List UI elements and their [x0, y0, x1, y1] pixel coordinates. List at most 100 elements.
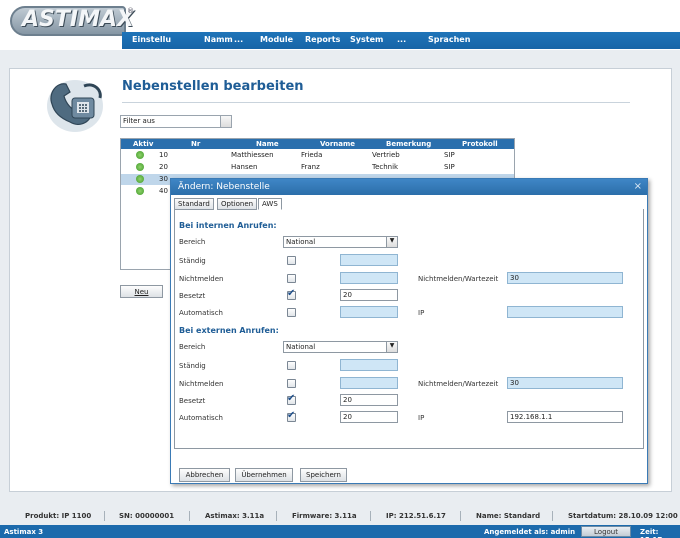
external-bereich-value: National [286, 343, 316, 351]
status-divider [552, 511, 553, 521]
status-divider [460, 511, 461, 521]
close-icon[interactable]: × [634, 181, 642, 192]
external-ip-input[interactable]: 192.168.1.1 [507, 411, 623, 423]
external-bereich-select[interactable]: National ▼ [283, 341, 398, 353]
external-nichtmelden-input[interactable] [340, 377, 398, 389]
col-name[interactable]: Name [256, 140, 279, 148]
clock: Zeit: 15:17 [640, 528, 662, 538]
internal-staendig-checkbox[interactable] [287, 256, 296, 265]
internal-wartezeit-input[interactable]: 30 [507, 272, 623, 284]
cell-protokoll: SIP [444, 163, 455, 171]
logo-text: ASTIMAX [22, 7, 134, 32]
external-automatisch-checkbox[interactable] [287, 410, 296, 422]
external-besetzt-checkbox[interactable] [287, 393, 296, 405]
nav-nummern[interactable]: Namm [204, 35, 233, 44]
table-row[interactable]: 20 Hansen Franz Technik SIP [121, 162, 514, 173]
ip-label: IP [418, 309, 425, 317]
save-button[interactable]: Speichern [300, 468, 347, 482]
nav-system[interactable]: System [350, 35, 383, 44]
ip-label: IP [418, 414, 425, 422]
internal-bereich-value: National [286, 238, 316, 246]
col-protokoll[interactable]: Protokoll [462, 140, 498, 148]
automatisch-label: Automatisch [179, 414, 223, 422]
status-sn: SN: 00000001 [119, 512, 175, 520]
astimax-logo: ASTIMAX [10, 6, 134, 36]
staendig-label: Ständig [179, 257, 206, 265]
chevron-down-icon: ▼ [386, 237, 397, 247]
cell-name: Hansen [231, 163, 258, 171]
nav-nummern-ext[interactable]: ... [234, 35, 243, 44]
page-title: Nebenstellen bearbeiten [122, 79, 304, 94]
filter-select[interactable]: Filter aus [120, 115, 232, 128]
cancel-button[interactable]: Abbrechen [179, 468, 230, 482]
registered-mark: ® [127, 7, 134, 15]
status-divider [104, 511, 105, 521]
bottom-bar: Astimax 3 Angemeldet als: admin Logout Z… [0, 525, 680, 538]
bereich-label: Bereich [179, 343, 206, 351]
external-calls-heading: Bei externen Anrufen: [179, 326, 279, 335]
logout-button[interactable]: Logout [581, 526, 631, 537]
nichtmelden-label: Nichtmelden [179, 275, 224, 283]
bereich-label: Bereich [179, 238, 206, 246]
dialog-title: Ändern: Nebenstelle [178, 182, 270, 192]
internal-calls-heading: Bei internen Anrufen: [179, 221, 277, 230]
status-divider [370, 511, 371, 521]
check-circle-icon [136, 175, 144, 183]
edit-extension-dialog: Ändern: Nebenstelle × Standard Optionen … [170, 178, 648, 484]
logged-in-user: Angemeldet als: admin [484, 528, 576, 536]
external-nichtmelden-checkbox[interactable] [287, 379, 296, 388]
internal-staendig-input[interactable] [340, 254, 398, 266]
apply-button[interactable]: Übernehmen [235, 468, 293, 482]
internal-automatisch-checkbox[interactable] [287, 308, 296, 317]
col-vorname[interactable]: Vorname [320, 140, 355, 148]
dialog-titlebar[interactable]: Ändern: Nebenstelle × [171, 179, 647, 195]
status-divider [276, 511, 277, 521]
internal-automatisch-input[interactable] [340, 306, 398, 318]
external-staendig-input[interactable] [340, 359, 398, 371]
internal-besetzt-checkbox[interactable] [287, 288, 296, 300]
besetzt-label: Besetzt [179, 292, 206, 300]
status-produkt: Produkt: IP 1100 [25, 512, 92, 520]
nav-extra[interactable]: ... [397, 35, 406, 44]
external-wartezeit-input[interactable]: 30 [507, 377, 623, 389]
nav-module[interactable]: Module [260, 35, 293, 44]
check-circle-icon [136, 163, 144, 171]
automatisch-label: Automatisch [179, 309, 223, 317]
check-circle-icon [136, 151, 144, 159]
external-staendig-checkbox[interactable] [287, 361, 296, 370]
nav-einstellungen[interactable]: Einstellu [132, 35, 171, 44]
internal-bereich-select[interactable]: National ▼ [283, 236, 398, 248]
col-aktiv[interactable]: Aktiv [133, 140, 153, 148]
internal-nichtmelden-input[interactable] [340, 272, 398, 284]
besetzt-label: Besetzt [179, 397, 206, 405]
chevron-down-icon: ▼ [386, 342, 397, 352]
main-navbar: Einstellu Namm ... Module Reports System… [122, 32, 680, 49]
chevron-down-icon [220, 116, 231, 127]
internal-nichtmelden-checkbox[interactable] [287, 274, 296, 283]
col-bemerkung[interactable]: Bemerkung [386, 140, 431, 148]
nav-sprachen[interactable]: Sprachen [428, 35, 470, 44]
cell-vorname: Frieda [301, 151, 323, 159]
table-row[interactable]: 10 Matthiessen Frieda Vertrieb SIP [121, 150, 514, 161]
external-besetzt-input[interactable]: 20 [340, 394, 398, 406]
nav-reports[interactable]: Reports [305, 35, 340, 44]
cell-nr: 20 [159, 163, 168, 171]
col-nr[interactable]: Nr [191, 140, 200, 148]
external-automatisch-input[interactable]: 20 [340, 411, 398, 423]
new-button[interactable]: Neu [120, 285, 163, 298]
internal-besetzt-input[interactable]: 20 [340, 289, 398, 301]
status-divider [189, 511, 190, 521]
status-astimax: Astimax: 3.11a [205, 512, 265, 520]
cell-name: Matthiessen [231, 151, 274, 159]
cell-bemerkung: Vertrieb [372, 151, 400, 159]
cell-vorname: Franz [301, 163, 320, 171]
cell-nr: 30 [159, 175, 168, 183]
wartezeit-label: Nichtmelden/Wartezeit [418, 275, 499, 283]
app-version: Astimax 3 [4, 528, 44, 536]
internal-ip-input[interactable] [507, 306, 623, 318]
status-bar: Produkt: IP 1100 SN: 00000001 Astimax: 3… [0, 509, 680, 523]
status-ip: IP: 212.51.6.17 [386, 512, 446, 520]
status-firmware: Firmware: 3.11a [292, 512, 357, 520]
cell-bemerkung: Technik [372, 163, 399, 171]
cell-nr: 40 [159, 187, 168, 195]
